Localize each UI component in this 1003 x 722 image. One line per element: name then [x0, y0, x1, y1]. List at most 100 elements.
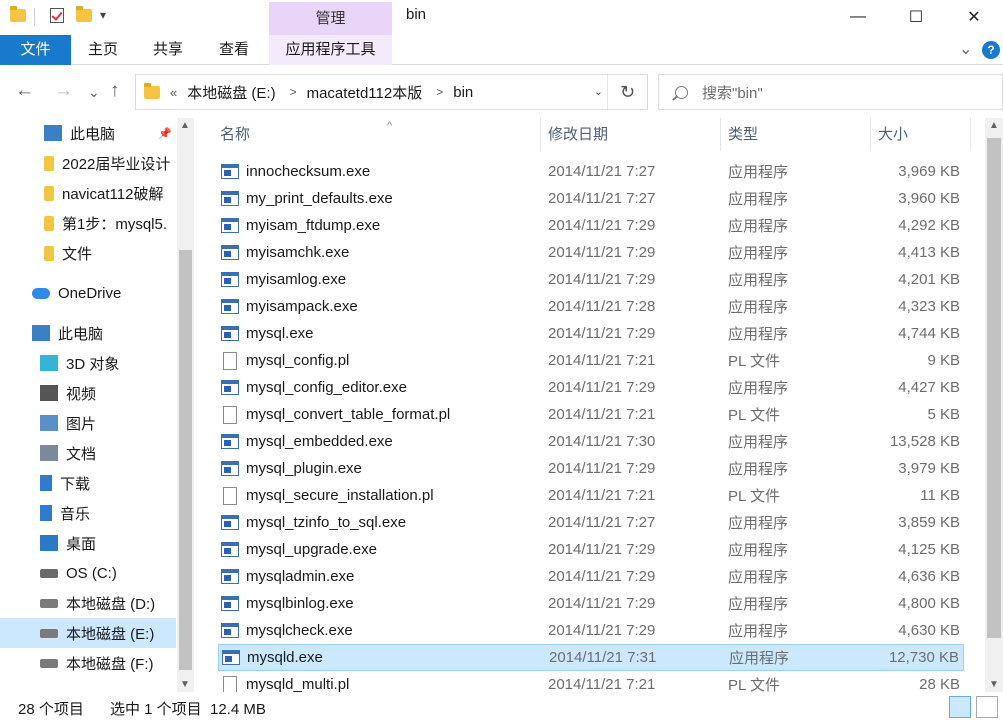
file-list-scrollbar[interactable]: ▲ ▼	[985, 118, 1003, 692]
file-row[interactable]: mysql_embedded.exe 2014/11/21 7:30 应用程序 13,…	[218, 428, 964, 455]
tab-application-tools[interactable]: 应用程序工具	[269, 35, 392, 65]
sidebar-item[interactable]: 视频	[0, 378, 176, 408]
file-row[interactable]: mysql_convert_table_format.pl 2014/11/21 …	[218, 401, 964, 428]
forward-button[interactable]: →	[54, 80, 73, 102]
address-dropdown-icon[interactable]: ⌄	[594, 85, 603, 98]
scroll-up-icon[interactable]: ▲	[180, 120, 190, 131]
file-size: 12,730 KB	[888, 649, 959, 666]
sidebar-item[interactable]: 3D 对象	[0, 348, 176, 378]
search-input[interactable]: 搜索"bin"	[658, 74, 1003, 110]
sidebar-item[interactable]: 此电脑	[0, 318, 176, 348]
column-header-type[interactable]: 类型	[721, 118, 871, 151]
chevron-right-icon[interactable]: >	[290, 85, 297, 99]
folder-icon	[44, 215, 54, 231]
column-header-name[interactable]: 名称 ^	[213, 118, 541, 151]
help-icon[interactable]: ?	[982, 41, 1000, 59]
breadcrumb-bin[interactable]: bin	[453, 84, 473, 101]
file-row[interactable]: myisamlog.exe 2014/11/21 7:29 应用程序 4,201 KB	[218, 266, 964, 293]
breadcrumb-drive-e[interactable]: 本地磁盘 (E:)	[187, 82, 275, 103]
pc-icon	[44, 125, 62, 141]
customize-quick-access-icon[interactable]: ▾	[100, 8, 106, 22]
chevron-right-icon[interactable]: >	[436, 85, 443, 99]
sidebar-scroll-thumb[interactable]	[179, 250, 192, 670]
properties-icon[interactable]	[50, 8, 64, 23]
sidebar-item-label: 文档	[66, 445, 97, 463]
file-date: 2014/11/21 7:21	[548, 352, 656, 369]
file-list-scroll-thumb[interactable]	[987, 138, 1001, 638]
file-row[interactable]: mysql_secure_installation.pl 2014/11/21 7…	[218, 482, 964, 509]
new-folder-icon[interactable]	[76, 6, 92, 22]
sidebar-item[interactable]: 音乐	[0, 498, 176, 528]
file-row[interactable]: mysqld_multi.pl 2014/11/21 7:21 PL 文件 28 KB	[218, 671, 964, 692]
scroll-down-icon[interactable]: ▼	[989, 679, 999, 690]
file-type: 应用程序	[728, 623, 789, 640]
column-header-date[interactable]: 修改日期	[541, 118, 721, 151]
file-row[interactable]: mysql_plugin.exe 2014/11/21 7:29 应用程序 3,979…	[218, 455, 964, 482]
column-header-size[interactable]: 大小	[871, 118, 971, 151]
tab-view[interactable]: 查看	[201, 35, 267, 65]
file-row[interactable]: myisampack.exe 2014/11/21 7:28 应用程序 4,323 K…	[218, 293, 964, 320]
file-row[interactable]: mysqld.exe 2014/11/21 7:31 应用程序 12,730 KB	[218, 644, 964, 671]
sidebar-item-label: 视频	[66, 385, 97, 403]
sidebar-item-label: 第1步：mysql5.	[62, 215, 168, 233]
maximize-button[interactable]: ☐	[887, 0, 945, 34]
sidebar-item[interactable]: 本地磁盘 (F:)	[0, 648, 176, 678]
file-row[interactable]: mysql_config_editor.exe 2014/11/21 7:29 应用…	[218, 374, 964, 401]
file-size: 3,969 KB	[898, 163, 960, 180]
large-icons-view-button[interactable]	[976, 696, 998, 718]
sidebar-item[interactable]: OS (C:)	[0, 558, 176, 588]
sidebar-item[interactable]: 图片	[0, 408, 176, 438]
sidebar-item[interactable]: 2022届毕业设计	[0, 148, 176, 178]
minimize-button[interactable]: —	[829, 0, 887, 34]
document-icon	[40, 445, 58, 461]
file-row[interactable]: myisam_ftdump.exe 2014/11/21 7:29 应用程序 4,29…	[218, 212, 964, 239]
ribbon-expand-icon[interactable]: ⌄	[959, 39, 972, 59]
close-button[interactable]: ✕	[945, 0, 1003, 34]
sidebar-item[interactable]: 下载	[0, 468, 176, 498]
sidebar-item[interactable]: 本地磁盘 (D:)	[0, 588, 176, 618]
download-icon	[40, 475, 52, 491]
address-bar[interactable]: « 本地磁盘 (E:) > macatetd112本版 > bin ⌄ ↻	[135, 74, 648, 110]
folder-icon	[44, 185, 54, 201]
sidebar-scrollbar[interactable]: ▲ ▼	[177, 118, 194, 692]
breadcrumb-macatetd[interactable]: macatetd112本版	[307, 82, 423, 103]
sidebar-item[interactable]: 此电脑 📌	[0, 118, 176, 148]
file-row[interactable]: myisamchk.exe 2014/11/21 7:29 应用程序 4,413 KB	[218, 239, 964, 266]
refresh-button[interactable]: ↻	[607, 75, 647, 109]
file-row[interactable]: mysql.exe 2014/11/21 7:29 应用程序 4,744 KB	[218, 320, 964, 347]
recent-locations-button[interactable]: ⌄	[88, 84, 100, 101]
file-row[interactable]: mysql_tzinfo_to_sql.exe 2014/11/21 7:27 应用…	[218, 509, 964, 536]
pc-icon	[32, 325, 50, 341]
back-button[interactable]: ←	[15, 80, 34, 102]
up-button[interactable]: ↑	[110, 80, 120, 102]
file-row[interactable]: my_print_defaults.exe 2014/11/21 7:27 应用程序…	[218, 185, 964, 212]
sidebar-item[interactable]: 本地磁盘 (E:)	[0, 618, 176, 648]
file-name-cell: mysqld_multi.pl	[221, 675, 349, 692]
sidebar-item[interactable]: navicat112破解	[0, 178, 176, 208]
file-row[interactable]: innochecksum.exe 2014/11/21 7:27 应用程序 3,969…	[218, 158, 964, 185]
sidebar-item-label: 音乐	[60, 505, 91, 523]
scroll-up-icon[interactable]: ▲	[989, 120, 999, 131]
file-date: 2014/11/21 7:29	[548, 541, 656, 558]
tab-home[interactable]: 主页	[71, 35, 135, 65]
file-row[interactable]: mysql_upgrade.exe 2014/11/21 7:29 应用程序 4,12…	[218, 536, 964, 563]
file-row[interactable]: mysqladmin.exe 2014/11/21 7:29 应用程序 4,636 K…	[218, 563, 964, 590]
tab-file[interactable]: 文件	[0, 35, 71, 65]
file-type: 应用程序	[728, 218, 789, 235]
sidebar-item[interactable]: 桌面	[0, 528, 176, 558]
file-row[interactable]: mysqlbinlog.exe 2014/11/21 7:29 应用程序 4,800 …	[218, 590, 964, 617]
sidebar-item[interactable]: 文件	[0, 238, 176, 268]
search-icon	[675, 85, 688, 99]
file-row[interactable]: mysql_config.pl 2014/11/21 7:21 PL 文件 9 KB	[218, 347, 964, 374]
sidebar-item[interactable]: 文档	[0, 438, 176, 468]
tab-share[interactable]: 共享	[135, 35, 201, 65]
scroll-down-icon[interactable]: ▼	[180, 679, 190, 690]
breadcrumb-overflow[interactable]: «	[170, 85, 177, 100]
details-view-button[interactable]	[949, 696, 971, 718]
file-list: 名称 ^ 修改日期 类型 大小 ▲ ▼ innochecksum.exe 2014…	[195, 118, 1003, 692]
sidebar-item[interactable]: 第1步：mysql5.	[0, 208, 176, 238]
file-row[interactable]: mysqlcheck.exe 2014/11/21 7:29 应用程序 4,630 K…	[218, 617, 964, 644]
ribbon-tabs: 文件 主页 共享 查看 应用程序工具 ⌄ ?	[0, 35, 1003, 65]
sidebar-item[interactable]: OneDrive	[0, 278, 176, 308]
tab-manage[interactable]: 管理	[269, 2, 392, 35]
